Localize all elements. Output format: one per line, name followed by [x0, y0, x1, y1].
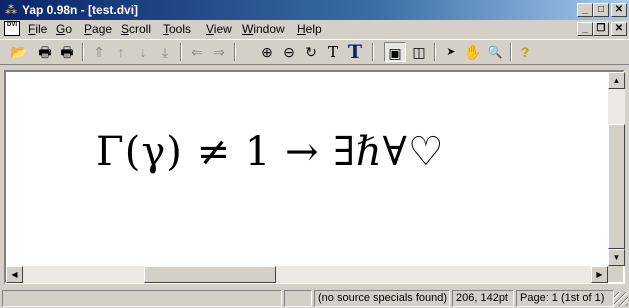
page-status: Page: 1 (1st of 1)	[516, 290, 614, 307]
zoom-in-icon[interactable]: ⊕	[256, 42, 278, 62]
menu-bar: DVI File Go Page Scroll Tools View Windo…	[0, 20, 629, 38]
horizontal-scrollbar[interactable]: ◀ ▶	[6, 266, 608, 283]
previous-page-icon[interactable]: ↑	[110, 42, 132, 62]
cursor-position-status: 206, 142pt	[452, 290, 514, 307]
last-page-icon[interactable]: ⤓	[154, 42, 176, 62]
print-preview-icon[interactable]: 🖶	[56, 42, 78, 62]
scroll-up-button[interactable]: ▲	[608, 72, 625, 89]
source-specials-status: (no source specials found)	[314, 290, 450, 307]
vertical-scrollbar[interactable]: ▲ ▼	[608, 72, 625, 266]
horizontal-scroll-thumb[interactable]	[144, 266, 276, 283]
first-page-icon[interactable]: ⇑	[88, 42, 110, 62]
menu-page[interactable]: Page	[84, 22, 112, 36]
formula-text: Γ(γ) ≠ 1 → ∃ℏ∀♡	[96, 129, 445, 175]
single-page-icon[interactable]: ▣	[384, 42, 406, 62]
forward-icon[interactable]: ⇒	[208, 42, 230, 62]
menu-scroll[interactable]: Scroll	[121, 22, 151, 36]
menu-file[interactable]: File	[28, 22, 47, 36]
toolbar-separator	[510, 43, 512, 61]
maximize-button[interactable]: □	[593, 3, 609, 17]
menu-help[interactable]: Help	[297, 22, 322, 36]
menu-window[interactable]: Window	[242, 22, 285, 36]
toolbar: 📂 🖶 🖶 ⇑ ↑ ↓ ⤓ ⇐ ⇒ ⊕ ⊖ ↻ T T ▣ ◫ ➤ ✋ 🔍 ?	[0, 39, 629, 65]
magnifier-icon[interactable]: 🔍	[484, 42, 506, 62]
double-page-icon[interactable]: ◫	[408, 42, 430, 62]
title-bar[interactable]: ⁂ Yap 0.98n - [test.dvi] _ □ ✕	[0, 0, 629, 20]
close-button[interactable]: ✕	[611, 3, 627, 17]
toolbar-separator	[372, 43, 374, 61]
hand-tool-icon[interactable]: ✋	[462, 42, 484, 62]
document-minimize-button[interactable]: _	[577, 22, 593, 36]
zoom-out-icon[interactable]: ⊖	[278, 42, 300, 62]
large-font-icon[interactable]: T	[344, 42, 366, 62]
dvi-page-canvas[interactable]: Γ(γ) ≠ 1 → ∃ℏ∀♡	[6, 72, 608, 266]
menu-tools[interactable]: Tools	[163, 22, 191, 36]
menu-view[interactable]: View	[206, 22, 232, 36]
yap-window: ⁂ Yap 0.98n - [test.dvi] _ □ ✕ DVI File …	[0, 0, 629, 308]
select-arrow-icon[interactable]: ➤	[440, 42, 462, 62]
menu-go[interactable]: Go	[56, 22, 72, 36]
toolbar-separator	[180, 43, 182, 61]
document-system-menu-icon[interactable]: DVI	[4, 21, 20, 36]
yap-app-icon[interactable]: ⁂	[4, 3, 18, 17]
resize-grip[interactable]	[614, 292, 628, 306]
toolbar-separator	[434, 43, 436, 61]
help-icon[interactable]: ?	[514, 42, 536, 62]
refresh-icon[interactable]: ↻	[300, 42, 322, 62]
print-icon[interactable]: 🖶	[34, 42, 56, 62]
open-folder-icon[interactable]: 📂	[8, 42, 30, 62]
toolbar-separator	[234, 43, 236, 61]
document-close-button[interactable]: ✕	[611, 22, 627, 36]
vertical-scroll-thumb[interactable]	[608, 124, 625, 249]
scroll-left-button[interactable]: ◀	[6, 266, 23, 283]
next-page-icon[interactable]: ↓	[132, 42, 154, 62]
toolbar-separator	[82, 43, 84, 61]
window-title: Yap 0.98n - [test.dvi]	[22, 3, 139, 17]
scroll-right-button[interactable]: ▶	[591, 266, 608, 283]
small-font-icon[interactable]: T	[322, 42, 344, 62]
status-bar: (no source specials found) 206, 142pt Pa…	[0, 288, 629, 308]
document-restore-button[interactable]: ❐	[593, 22, 609, 36]
status-message-pane	[2, 290, 282, 307]
scroll-down-button[interactable]: ▼	[608, 249, 625, 266]
back-icon[interactable]: ⇐	[186, 42, 208, 62]
status-blank-pane	[284, 290, 312, 307]
minimize-button[interactable]: _	[577, 3, 593, 17]
